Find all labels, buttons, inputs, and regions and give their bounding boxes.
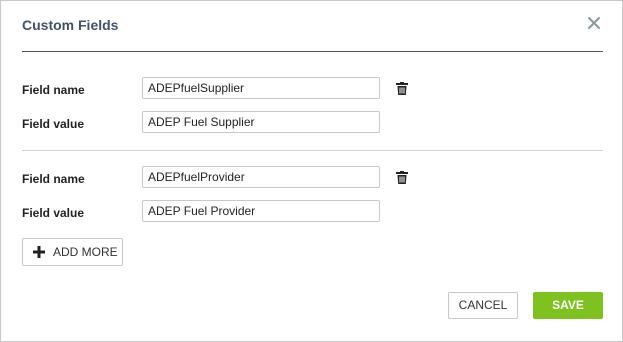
dialog-title: Custom Fields — [22, 17, 119, 33]
close-icon[interactable] — [585, 14, 603, 32]
field-name-label: Field name — [22, 83, 85, 97]
custom-fields-dialog: Custom Fields Field name Field value Fie… — [0, 0, 623, 342]
add-more-button[interactable]: ADD MORE — [22, 238, 123, 266]
plus-icon — [33, 246, 45, 258]
save-button[interactable]: SAVE — [533, 292, 603, 319]
field-name-input[interactable] — [142, 77, 380, 99]
field-value-input[interactable] — [142, 200, 380, 222]
add-more-label: ADD MORE — [53, 245, 118, 259]
trash-icon[interactable] — [396, 82, 408, 95]
trash-icon[interactable] — [396, 171, 408, 184]
dialog-header: Custom Fields — [22, 1, 603, 52]
cancel-button[interactable]: CANCEL — [448, 292, 518, 319]
field-value-label: Field value — [22, 206, 85, 220]
field-name-label: Field name — [22, 172, 85, 186]
field-value-input[interactable] — [142, 111, 380, 133]
field-group-divider — [22, 150, 603, 151]
field-value-label: Field value — [22, 117, 85, 131]
field-name-input[interactable] — [142, 166, 380, 188]
